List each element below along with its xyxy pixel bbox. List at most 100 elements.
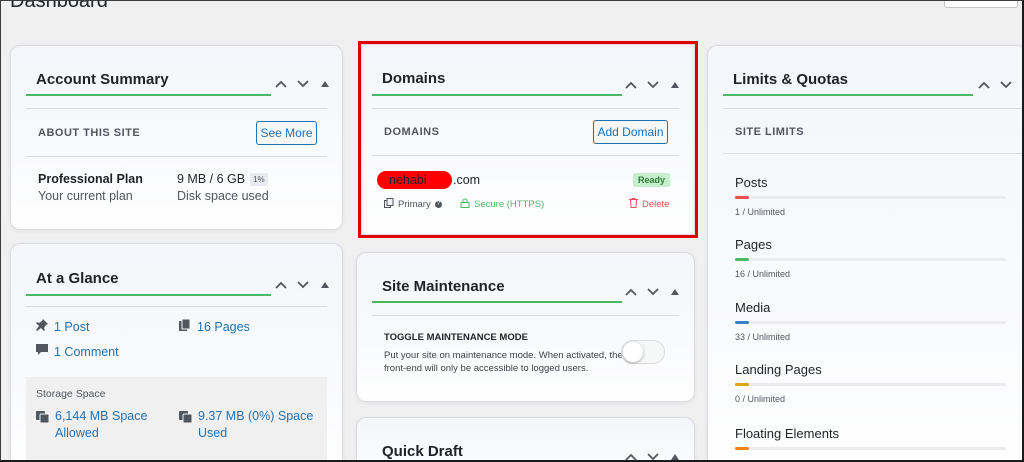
primary-label: Primary ?	[384, 195, 442, 213]
card-controls	[623, 449, 683, 462]
move-up-icon[interactable]	[976, 77, 992, 93]
divider	[372, 155, 679, 156]
move-up-icon[interactable]	[623, 449, 639, 462]
limit-label: Media	[735, 300, 771, 315]
move-down-icon[interactable]	[645, 449, 661, 462]
collapse-icon[interactable]	[667, 77, 683, 93]
copy-icon	[384, 195, 394, 213]
move-up-icon[interactable]	[623, 77, 639, 93]
secure-label: Secure (HTTPS)	[460, 195, 544, 213]
card-title: Site Maintenance	[382, 278, 505, 295]
space-allowed-line2: Allowed	[55, 426, 99, 440]
pages-count[interactable]: 16 Pages	[197, 320, 250, 334]
move-up-icon[interactable]	[273, 277, 289, 293]
comments-link[interactable]: 1 Comment	[36, 343, 119, 361]
posts-link[interactable]: 1 Post	[36, 318, 89, 336]
limit-value: 33 / Unlimited	[735, 332, 791, 342]
divider	[723, 108, 1024, 109]
space-allowed: 6,144 MB Space Allowed	[36, 409, 147, 440]
title-underline	[26, 294, 271, 296]
trash-icon	[629, 195, 638, 213]
move-up-icon[interactable]	[623, 284, 639, 300]
limit-fill	[735, 196, 749, 199]
limit-label: Floating Elements	[735, 426, 840, 441]
comment-icon	[36, 343, 48, 361]
disk-usage-value: 9 MB / 6 GB 1%	[177, 172, 268, 186]
move-down-icon[interactable]	[295, 76, 311, 92]
divider	[723, 153, 1024, 154]
section-heading: ABOUT THIS SITE	[38, 127, 141, 139]
pin-icon	[36, 318, 48, 336]
posts-count[interactable]: 1 Post	[54, 320, 89, 334]
limit-bar	[735, 447, 1006, 450]
storage-panel: Storage Space 6,144 MB Space Allowed 9.3…	[26, 377, 327, 462]
card-controls	[273, 76, 333, 92]
title-underline	[723, 94, 973, 96]
add-domain-button[interactable]: Add Domain	[593, 120, 668, 144]
database-icon	[179, 410, 193, 440]
divider	[26, 108, 327, 109]
toggle-knob	[623, 342, 643, 362]
limit-value: 16 / Unlimited	[735, 269, 791, 279]
card-title: Domains	[382, 70, 446, 87]
domains-card: Domains DOMAINS Add Domain nehabi .com R…	[361, 44, 695, 235]
limit-bar	[735, 196, 1006, 199]
see-more-button[interactable]: See More	[256, 121, 317, 145]
limits-quotas-card: Limits & Quotas SITE LIMITS Posts 1 / Un…	[707, 45, 1024, 462]
help-icon[interactable]: ?	[434, 200, 442, 208]
delete-text[interactable]: Delete	[642, 199, 669, 210]
move-down-icon[interactable]	[295, 277, 311, 293]
primary-text: Primary	[398, 198, 431, 210]
space-used: 9.37 MB (0%) Space Used	[179, 409, 313, 440]
collapse-icon[interactable]	[317, 277, 333, 293]
limit-label: Landing Pages	[735, 362, 822, 377]
card-controls	[623, 284, 683, 300]
screen-options-box[interactable]	[944, 0, 1018, 8]
pages-icon	[179, 318, 191, 336]
divider	[372, 108, 679, 109]
move-down-icon[interactable]	[645, 77, 661, 93]
card-title: At a Glance	[36, 270, 119, 287]
disk-percent-badge: 1%	[250, 172, 268, 186]
maintenance-heading: TOGGLE MAINTENANCE MODE	[384, 332, 528, 343]
collapse-icon[interactable]	[317, 76, 333, 92]
delete-link[interactable]: Delete	[629, 195, 669, 213]
divider	[26, 156, 327, 157]
move-down-icon[interactable]	[645, 284, 661, 300]
site-maintenance-card: Site Maintenance TOGGLE MAINTENANCE MODE…	[356, 252, 695, 402]
limit-label: Posts	[735, 175, 768, 190]
plan-name: Professional Plan	[38, 172, 143, 186]
title-underline	[372, 301, 622, 303]
section-heading: SITE LIMITS	[735, 126, 805, 138]
collapse-icon[interactable]	[667, 449, 683, 462]
limit-bar	[735, 321, 1006, 324]
move-up-icon[interactable]	[273, 76, 289, 92]
pages-link[interactable]: 16 Pages	[179, 318, 250, 336]
divider	[372, 315, 679, 316]
divider	[26, 306, 327, 307]
limit-label: Pages	[735, 237, 772, 252]
maintenance-desc-1: Put your site on maintenance mode. When …	[384, 350, 623, 361]
maintenance-toggle[interactable]	[621, 340, 665, 364]
comments-count[interactable]: 1 Comment	[54, 345, 119, 359]
card-title: Limits & Quotas	[733, 71, 849, 88]
space-allowed-line1: 6,144 MB Space	[55, 409, 148, 423]
move-down-icon[interactable]	[998, 77, 1014, 93]
title-underline	[372, 94, 622, 96]
secure-text: Secure (HTTPS)	[474, 198, 545, 210]
section-heading: DOMAINS	[384, 126, 440, 138]
limit-bar	[735, 383, 1006, 386]
title-underline	[26, 94, 271, 96]
limit-fill	[735, 258, 749, 261]
storage-label: Storage Space	[36, 388, 106, 400]
card-title: Account Summary	[36, 71, 169, 88]
plan-subtitle: Your current plan	[38, 189, 133, 203]
lock-icon	[460, 195, 470, 213]
disk-value: 9 MB / 6 GB	[177, 172, 246, 186]
quick-draft-card: Quick Draft	[356, 417, 695, 462]
collapse-icon[interactable]	[1020, 77, 1024, 93]
collapse-icon[interactable]	[667, 284, 683, 300]
limit-fill	[735, 383, 749, 386]
database-icon	[36, 410, 50, 440]
domain-suffix: .com	[453, 173, 481, 187]
